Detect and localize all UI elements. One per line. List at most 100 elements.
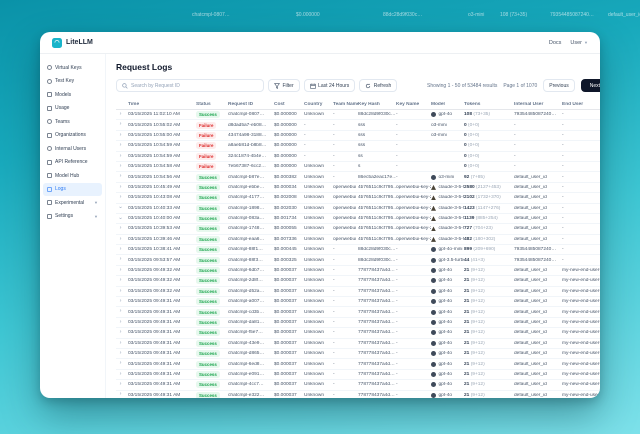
table-row[interactable]: ⌄03/15/2025 10:40:33 AMSuccesschatcmpl-1…	[116, 204, 600, 214]
table-row[interactable]: ›03/15/2025 09:49:32 AMSuccesschatcmpl-d…	[116, 287, 600, 297]
expand-chevron-icon[interactable]: ›	[116, 226, 128, 232]
expand-chevron-icon[interactable]: ›	[116, 257, 128, 263]
table-row[interactable]: ›03/15/2025 10:43:08 AMSuccesschatcmpl-4…	[116, 193, 600, 203]
sidebar-item-models[interactable]: Models	[43, 88, 102, 102]
expand-chevron-icon[interactable]: ›	[116, 185, 128, 191]
cell-key-name: openwebui-key-2	[396, 226, 431, 231]
cell-internal-user: default_user_id	[514, 216, 562, 221]
table-row[interactable]: ›03/15/2025 09:53:57 AMSuccesschatcmpl-8…	[116, 255, 600, 265]
expand-chevron-icon[interactable]: ⌄	[116, 205, 128, 211]
teams-icon	[47, 119, 52, 124]
sidebar-item-organizations[interactable]: Organizations	[43, 129, 102, 143]
cell-end-user: -	[562, 164, 600, 169]
expand-chevron-icon[interactable]: ›	[116, 299, 128, 305]
cell-cost: $0.000037	[274, 330, 304, 335]
sidebar-item-logs[interactable]: Logs	[43, 183, 102, 197]
table-row[interactable]: ›03/15/2025 09:49:31 AMSuccesschatcmpl-d…	[116, 349, 600, 359]
table-row[interactable]: ›03/15/2025 10:38:41 AMSuccesschatcmpl-8…	[116, 245, 600, 255]
expand-chevron-icon[interactable]: ›	[116, 112, 128, 118]
table-row[interactable]: ›03/15/2025 09:49:31 AMSuccesschatcmpl-c…	[116, 307, 600, 317]
table-row[interactable]: ›03/15/2025 09:49:32 AMSuccesschatcmpl-6…	[116, 266, 600, 276]
cell-tokens: 482 (180+302)	[464, 237, 514, 242]
table-row[interactable]: ›03/15/2025 10:54:59 AMFailure324c1874-4…	[116, 152, 600, 162]
expand-chevron-icon[interactable]: ›	[116, 392, 128, 398]
cell-time: 03/15/2025 09:49:31 AM	[128, 362, 196, 367]
sidebar-item-label: Experimental	[55, 200, 84, 206]
previous-page-button[interactable]: Previous	[543, 79, 574, 92]
sidebar-item-experimental[interactable]: Experimental▼	[43, 196, 102, 210]
status-badge: Success	[196, 350, 220, 357]
table-row[interactable]: ›03/15/2025 10:45:49 AMSuccesschatcmpl-e…	[116, 183, 600, 193]
sidebar-item-api-reference[interactable]: API Reference	[43, 156, 102, 170]
filter-button[interactable]: Filter	[268, 79, 300, 92]
expand-chevron-icon[interactable]: ›	[116, 330, 128, 336]
status-badge: Success	[196, 319, 220, 326]
sidebar-item-label: Virtual Keys	[55, 65, 82, 71]
expand-chevron-icon[interactable]: ›	[116, 122, 128, 128]
expand-chevron-icon[interactable]: ›	[116, 309, 128, 315]
expand-chevron-icon[interactable]: ›	[116, 195, 128, 201]
expand-chevron-icon[interactable]: ›	[116, 289, 128, 295]
status-badge: Success	[196, 298, 220, 305]
expand-chevron-icon[interactable]: ⌄	[116, 216, 128, 222]
column-header: Time	[128, 102, 196, 107]
table-row[interactable]: ›03/15/2025 09:49:31 AMSuccesschatcmpl-f…	[116, 328, 600, 338]
cell-end-user: my-new-end-user-7	[562, 278, 600, 283]
sidebar-item-test-key[interactable]: Test Key	[43, 75, 102, 89]
search-input[interactable]: Search by Request ID	[116, 79, 264, 92]
table-row[interactable]: ›03/15/2025 10:54:58 AMFailure7eb67387-6…	[116, 162, 600, 172]
expand-chevron-icon[interactable]: ›	[116, 154, 128, 160]
next-page-button[interactable]: Next	[581, 79, 600, 92]
expand-chevron-icon[interactable]: ›	[116, 174, 128, 180]
sidebar-item-internal-users[interactable]: Internal Users	[43, 142, 102, 156]
refresh-button[interactable]: Refresh	[359, 79, 397, 92]
sidebar-item-usage[interactable]: Usage	[43, 102, 102, 116]
sidebar-item-teams[interactable]: Teams	[43, 115, 102, 129]
cell-status: Success	[196, 174, 228, 181]
cell-country: Unknown	[304, 382, 333, 387]
expand-chevron-icon[interactable]: ›	[116, 361, 128, 367]
expand-chevron-icon[interactable]: ›	[116, 143, 128, 149]
expand-chevron-icon[interactable]: ›	[116, 372, 128, 378]
table-row[interactable]: ›03/15/2025 09:49:31 AMSuccesschatcmpl-e…	[116, 391, 600, 398]
table-row[interactable]: ›03/15/2025 09:49:31 AMSuccesschatcmpl-6…	[116, 359, 600, 369]
expand-chevron-icon[interactable]: ›	[116, 268, 128, 274]
table-row[interactable]: ›03/15/2025 10:39:46 AMSuccesschatcmpl-e…	[116, 235, 600, 245]
expand-chevron-icon[interactable]: ›	[116, 382, 128, 388]
expand-chevron-icon[interactable]: ›	[116, 247, 128, 253]
table-row[interactable]: ›03/15/2025 09:49:31 AMSuccesschatcmpl-d…	[116, 318, 600, 328]
table-row[interactable]: ›03/15/2025 10:55:00 AMFailure43474a98-3…	[116, 131, 600, 141]
sidebar-item-settings[interactable]: Settings▼	[43, 210, 102, 224]
table-row[interactable]: ›03/15/2025 10:39:53 AMSuccesschatcmpl-1…	[116, 224, 600, 234]
table-row[interactable]: ›03/15/2025 09:49:31 AMSuccesschatcmpl-e…	[116, 370, 600, 380]
tokens-breakdown: (9+12)	[471, 320, 485, 325]
cell-request-id: chatcmpl-d865…	[228, 351, 274, 356]
expand-chevron-icon[interactable]: ›	[116, 237, 128, 243]
sidebar-item-model-hub[interactable]: Model Hub	[43, 169, 102, 183]
user-menu[interactable]: User ▼	[570, 40, 588, 46]
table-row[interactable]: ›03/15/2025 09:49:31 AMSuccesschatcmpl-4…	[116, 339, 600, 349]
expand-chevron-icon[interactable]: ›	[116, 341, 128, 347]
time-range-button[interactable]: Last 24 Hours	[304, 79, 356, 92]
cell-status: Success	[196, 288, 228, 295]
expand-chevron-icon[interactable]: ›	[116, 164, 128, 170]
sidebar-item-virtual-keys[interactable]: Virtual Keys	[43, 61, 102, 75]
table-row[interactable]: ›03/15/2025 09:49:31 AMSuccesschatcmpl-4…	[116, 380, 600, 390]
cell-key-name: -	[396, 247, 431, 252]
table-row[interactable]: ⌄03/15/2025 10:40:00 AMSuccesschatcmpl-0…	[116, 214, 600, 224]
table-row[interactable]: ›03/15/2025 10:55:02 AMFailured8dad5a7-e…	[116, 120, 600, 130]
status-badge: Success	[196, 329, 220, 336]
table-row[interactable]: ›03/15/2025 11:02:10 AMSuccesschatcmpl-0…	[116, 110, 600, 120]
expand-chevron-icon[interactable]: ›	[116, 351, 128, 357]
expand-chevron-icon[interactable]: ›	[116, 133, 128, 139]
cell-status: Success	[196, 392, 228, 398]
docs-link[interactable]: Docs	[549, 40, 562, 46]
table-row[interactable]: ›03/15/2025 10:54:59 AMFailurea8aeb81d-b…	[116, 141, 600, 151]
expand-chevron-icon[interactable]: ›	[116, 320, 128, 326]
anthropic-logo-icon	[431, 206, 436, 211]
table-row[interactable]: ›03/15/2025 09:49:31 AMSuccesschatcmpl-a…	[116, 297, 600, 307]
cell-model: gpt-4o	[431, 351, 464, 356]
expand-chevron-icon[interactable]: ›	[116, 278, 128, 284]
table-row[interactable]: ›03/15/2025 09:49:32 AMSuccesschatcmpl-2…	[116, 276, 600, 286]
table-row[interactable]: ›03/15/2025 10:54:56 AMSuccesschatcmpl-b…	[116, 172, 600, 182]
